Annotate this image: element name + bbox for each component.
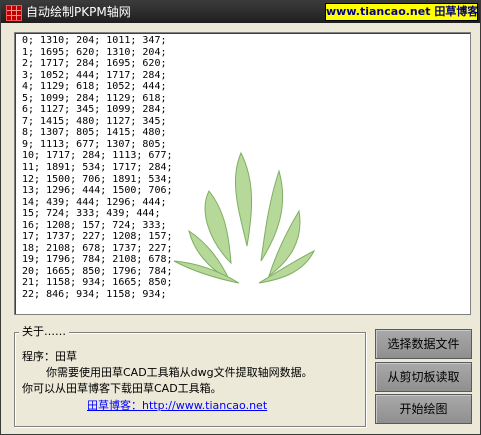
start-drawing-button[interactable]: 开始绘图 xyxy=(375,394,472,424)
brand-site: www.tiancao.net xyxy=(326,5,431,18)
about-download-note: 你可以从田草博客下载田草CAD工具箱。 xyxy=(22,382,222,395)
brand-name: 田草博客 xyxy=(434,5,478,18)
app-window: 自动绘制PKPM轴网 www.tiancao.net 田草博客 0; 1310;… xyxy=(0,0,481,435)
select-data-file-button[interactable]: 选择数据文件 xyxy=(375,329,472,359)
app-grid-icon xyxy=(6,5,22,21)
brand-banner: www.tiancao.net 田草博客 xyxy=(325,3,478,21)
about-legend: 关于…… xyxy=(19,325,69,339)
window-title: 自动绘制PKPM轴网 xyxy=(26,5,131,19)
read-clipboard-button[interactable]: 从剪切板读取 xyxy=(375,362,472,392)
title-bar[interactable]: 自动绘制PKPM轴网 www.tiancao.net 田草博客 xyxy=(1,1,480,23)
data-textarea[interactable]: 0; 1310; 204; 1011; 347; 1; 1695; 620; 1… xyxy=(14,32,471,315)
about-instruction: 你需要使用田草CAD工具箱从dwg文件提取轴网数据。 xyxy=(46,366,313,379)
grass-logo-icon xyxy=(173,151,316,284)
about-author: 程序：田草 xyxy=(22,350,77,363)
blog-link[interactable]: 田草博客：http://www.tiancao.net xyxy=(87,399,267,413)
axis-data-text: 0; 1310; 204; 1011; 347; 1; 1695; 620; 1… xyxy=(22,35,173,301)
